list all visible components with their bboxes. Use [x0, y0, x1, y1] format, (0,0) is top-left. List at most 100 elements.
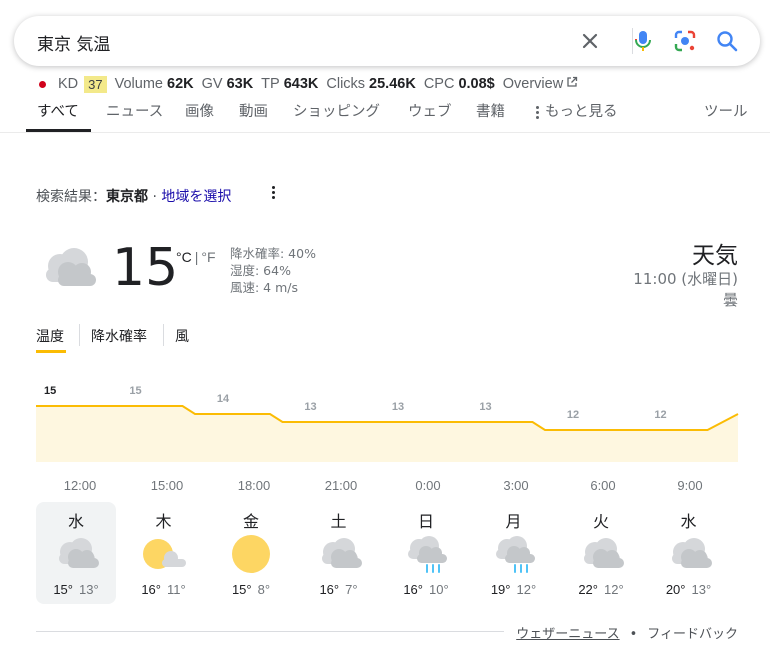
- day-temps: 16° 10°: [386, 582, 466, 597]
- seo-metrics-bar: KD 37 Volume 62K GV 63K TP 643K Clicks 25.46…: [34, 74, 578, 94]
- sunny-icon: [225, 534, 277, 574]
- search-icon[interactable]: [714, 28, 740, 54]
- day-high: 15°: [231, 582, 252, 597]
- unit-separator: |: [194, 249, 199, 265]
- day-low: 7°: [345, 582, 358, 597]
- time-label: 15:00: [150, 478, 184, 493]
- cloudy-icon: [50, 534, 102, 574]
- day-card[interactable]: 火 22° 12°: [561, 502, 641, 604]
- fahrenheit-toggle[interactable]: °F: [201, 249, 215, 265]
- day-high: 16°: [141, 582, 161, 597]
- feedback-link[interactable]: フィードバック: [647, 627, 738, 642]
- chart-value-label: 12: [567, 409, 579, 421]
- time-label: 0:00: [415, 478, 441, 493]
- day-high: 22°: [578, 582, 598, 597]
- weathernews-link[interactable]: ウェザーニュース: [516, 627, 619, 642]
- weather-footer: ウェザーニュース • フィードバック: [516, 623, 738, 642]
- tab-videos[interactable]: 動画: [239, 100, 268, 121]
- day-name: 火: [592, 512, 609, 531]
- time-label: 18:00: [237, 478, 271, 493]
- footer-divider: [36, 631, 504, 632]
- day-name: 月: [505, 512, 522, 531]
- overview-link[interactable]: Overview: [503, 76, 563, 92]
- day-temps: 22° 12°: [561, 582, 641, 597]
- rain-icon: [400, 534, 452, 574]
- day-low: 10°: [429, 582, 449, 597]
- weather-time: 11:00 (水曜日): [633, 270, 738, 288]
- tools-button[interactable]: ツール: [704, 100, 748, 121]
- chart-value-label: 14: [217, 393, 230, 405]
- subtab-indicator: [36, 350, 66, 353]
- day-high: 16°: [403, 582, 423, 597]
- clear-icon[interactable]: [577, 28, 603, 54]
- subtab-divider: [163, 324, 164, 346]
- time-label: 9:00: [677, 478, 703, 493]
- tab-shopping[interactable]: ショッピング: [293, 100, 380, 121]
- cloudy-icon: [663, 534, 715, 574]
- tp-label: TP: [261, 76, 280, 92]
- search-bar[interactable]: 東京 気温: [14, 16, 760, 66]
- day-temps: 19° 12°: [474, 582, 554, 597]
- active-tab-indicator: [26, 129, 91, 132]
- volume-value: 62K: [167, 76, 194, 92]
- location-prefix: 検索結果：: [36, 189, 106, 205]
- day-card[interactable]: 日 16° 10°: [386, 502, 466, 604]
- tab-all[interactable]: すべて: [37, 100, 79, 121]
- day-low: 13°: [691, 582, 712, 597]
- cloudy-icon: [575, 534, 627, 574]
- subtab-divider: [79, 324, 80, 346]
- day-card[interactable]: 月 19° 12°: [474, 502, 554, 604]
- day-low: 13°: [79, 582, 99, 597]
- tab-news[interactable]: ニュース: [106, 100, 163, 121]
- chart-value-label: 13: [392, 401, 404, 413]
- day-name: 日: [417, 512, 434, 531]
- chart-area: [36, 406, 738, 462]
- tab-more[interactable]: もっと見る: [536, 100, 618, 121]
- weather-title: 天気: [692, 243, 738, 269]
- celsius-toggle[interactable]: °C: [176, 249, 192, 265]
- lens-icon[interactable]: [672, 28, 698, 54]
- day-high: 19°: [490, 582, 511, 597]
- clicks-value: 25.46K: [369, 76, 416, 92]
- rain-icon: [488, 534, 540, 574]
- subtab-precipitation[interactable]: 降水確率: [91, 326, 147, 346]
- gv-label: GV: [201, 76, 223, 92]
- subtab-temperature[interactable]: 温度: [36, 326, 64, 346]
- voice-search-icon[interactable]: [630, 28, 656, 54]
- search-tabs: すべて ニュース 画像 動画 ショッピング ウェブ 書籍 もっと見る ツール: [0, 96, 770, 133]
- chart-value-label: 12: [654, 409, 666, 421]
- location-separator: ·: [152, 189, 157, 205]
- search-input[interactable]: 東京 気温: [37, 30, 110, 55]
- day-card[interactable]: 水 20° 13°: [649, 502, 729, 604]
- external-link-icon[interactable]: [566, 76, 578, 92]
- chart-value-label: 15: [129, 385, 141, 397]
- tab-images[interactable]: 画像: [185, 100, 214, 121]
- chart-value-label: 13: [479, 401, 491, 413]
- day-name: 金: [242, 512, 259, 531]
- day-card[interactable]: 木 16° 11°: [124, 502, 204, 604]
- japan-flag-icon: [34, 76, 50, 92]
- tab-more-label: もっと見る: [545, 104, 618, 120]
- day-card[interactable]: 水 15° 13°: [36, 502, 116, 604]
- day-card[interactable]: 金 15° 8°: [211, 502, 291, 604]
- tab-web[interactable]: ウェブ: [408, 100, 452, 121]
- chart-value-label: 13: [304, 401, 316, 413]
- subtab-wind[interactable]: 風: [175, 326, 189, 346]
- clicks-label: Clicks: [326, 76, 366, 92]
- footer-dot: •: [629, 627, 638, 642]
- humidity-text: 湿度: 64%: [230, 263, 291, 278]
- day-temps: 16° 11°: [124, 582, 204, 597]
- location-more-icon[interactable]: [268, 184, 278, 204]
- day-card[interactable]: 土 16° 7°: [299, 502, 379, 604]
- day-low: 12°: [604, 582, 624, 597]
- select-region-link[interactable]: 地域を選択: [161, 189, 231, 205]
- day-name: 木: [155, 512, 172, 531]
- day-name: 水: [67, 512, 84, 531]
- location-place: 東京都: [106, 189, 148, 205]
- day-high: 16°: [319, 582, 340, 597]
- weather-condition: 曇: [722, 291, 738, 309]
- day-temps: 15° 13°: [36, 582, 116, 597]
- time-label: 6:00: [590, 478, 616, 493]
- partly-cloudy-icon: [138, 534, 190, 574]
- tab-books[interactable]: 書籍: [476, 100, 505, 121]
